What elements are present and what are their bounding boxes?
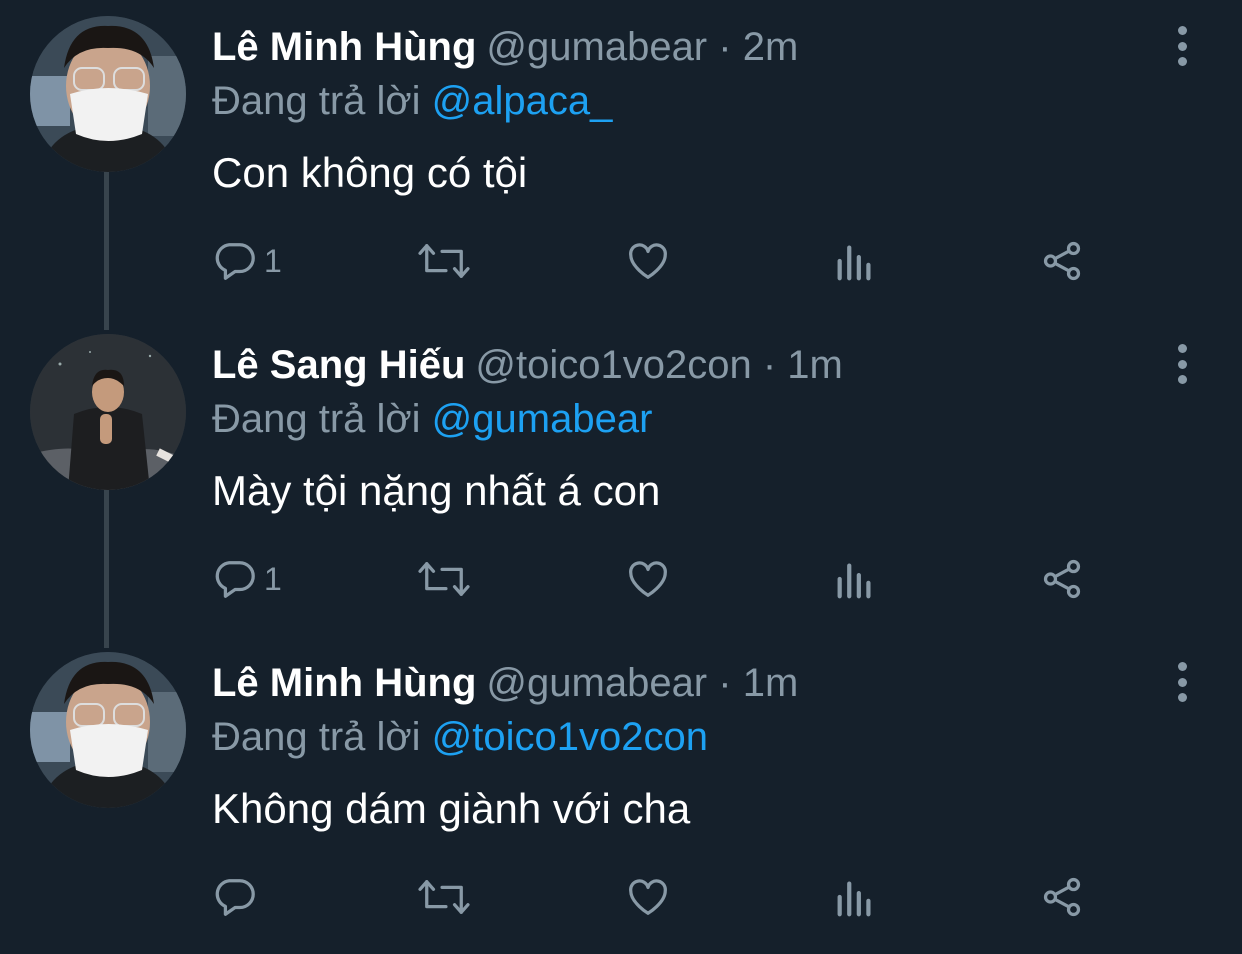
mention-link[interactable]: @alpaca_ [432, 79, 613, 123]
reply-icon [215, 243, 255, 280]
stats-icon [837, 881, 871, 917]
display-name[interactable]: Lê Minh Hùng [212, 25, 476, 69]
timestamp[interactable]: 1m [787, 343, 843, 387]
replying-prefix: Đang trả lời [212, 79, 421, 123]
stats-button[interactable] [832, 872, 878, 922]
thread-line [104, 172, 109, 330]
more-icon[interactable] [1170, 26, 1194, 66]
reply-count: 1 [264, 242, 282, 279]
separator: · [762, 343, 777, 387]
retweet-icon [418, 562, 470, 596]
like-icon [629, 879, 667, 915]
tweet-header: Lê Minh Hùng @gumabear · 1m [212, 660, 798, 706]
timestamp[interactable]: 1m [743, 661, 799, 705]
replying-prefix: Đang trả lời [212, 715, 421, 759]
mention-link[interactable]: @toico1vo2con [432, 715, 708, 759]
share-icon [1043, 877, 1081, 917]
action-bar [212, 872, 1092, 922]
display-name[interactable]: Lê Sang Hiếu [212, 343, 465, 387]
like-button[interactable] [624, 872, 672, 922]
timestamp[interactable]: 2m [743, 25, 799, 69]
reply-button[interactable]: 1 [212, 236, 282, 286]
replying-to: Đang trả lời @gumabear [212, 396, 652, 442]
like-icon [629, 243, 667, 279]
share-button[interactable] [1038, 872, 1086, 922]
action-bar: 1 [212, 554, 1092, 604]
avatar[interactable] [30, 334, 186, 490]
separator: · [718, 661, 732, 705]
share-button[interactable] [1038, 554, 1086, 604]
username[interactable]: @toico1vo2con [475, 343, 751, 387]
tweet-text: Con không có tội [212, 149, 528, 196]
tweet-1[interactable]: Lê Minh Hùng @gumabear · 2m Đang trả lời … [0, 0, 1242, 330]
share-button[interactable] [1038, 236, 1086, 286]
tweet-text: Không dám giành với cha [212, 785, 691, 832]
tweet-3[interactable]: Lê Minh Hùng @gumabear · 1m Đang trả lời … [0, 636, 1242, 954]
share-icon [1043, 241, 1081, 281]
reply-icon [215, 879, 255, 916]
retweet-button[interactable] [414, 236, 474, 286]
display-name[interactable]: Lê Minh Hùng [212, 661, 476, 705]
retweet-icon [418, 880, 470, 914]
replying-prefix: Đang trả lời [212, 397, 421, 441]
avatar[interactable] [30, 652, 186, 808]
action-bar: 1 [212, 236, 1092, 286]
stats-icon [837, 245, 871, 281]
tweet-header: Lê Minh Hùng @gumabear · 2m [212, 24, 798, 70]
like-button[interactable] [624, 236, 672, 286]
avatar[interactable] [30, 16, 186, 172]
retweet-icon [418, 244, 470, 278]
stats-button[interactable] [832, 236, 878, 286]
more-icon[interactable] [1170, 662, 1194, 702]
reply-icon [215, 561, 255, 598]
retweet-button[interactable] [414, 554, 474, 604]
more-icon[interactable] [1170, 344, 1194, 384]
like-icon [629, 561, 667, 597]
reply-count: 1 [264, 560, 282, 597]
stats-icon [837, 563, 871, 599]
like-button[interactable] [624, 554, 672, 604]
retweet-button[interactable] [414, 872, 474, 922]
reply-button[interactable] [212, 872, 264, 922]
replying-to: Đang trả lời @toico1vo2con [212, 714, 708, 760]
share-icon [1043, 559, 1081, 599]
username[interactable]: @gumabear [486, 661, 707, 705]
tweet-text: Mày tội nặng nhất á con [212, 467, 661, 514]
mention-link[interactable]: @gumabear [432, 397, 653, 441]
replying-to: Đang trả lời @alpaca_ [212, 78, 612, 124]
username[interactable]: @gumabear [486, 25, 707, 69]
stats-button[interactable] [832, 554, 878, 604]
tweet-header: Lê Sang Hiếu @toico1vo2con · 1m [212, 342, 843, 388]
tweet-2[interactable]: Lê Sang Hiếu @toico1vo2con · 1m Đang trả … [0, 318, 1242, 648]
reply-button[interactable]: 1 [212, 554, 282, 604]
separator: · [718, 25, 732, 69]
thread-line [104, 490, 109, 648]
